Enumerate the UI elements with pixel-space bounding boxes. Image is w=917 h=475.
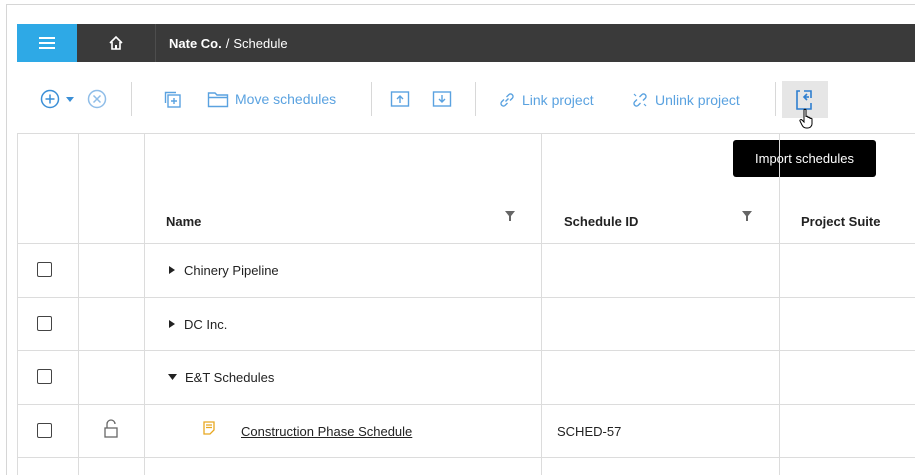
pointer-cursor-icon bbox=[799, 108, 813, 129]
row-checkbox[interactable] bbox=[37, 423, 52, 438]
unlink-project-button[interactable]: Unlink project bbox=[631, 91, 740, 109]
link-project-button[interactable]: Link project bbox=[498, 91, 594, 109]
col-divider bbox=[541, 133, 542, 475]
header-bottom-border bbox=[17, 243, 915, 244]
move-schedules-button[interactable]: Move schedules bbox=[207, 90, 336, 108]
breadcrumb-separator: / bbox=[225, 35, 230, 51]
row-divider bbox=[17, 404, 915, 405]
link-project-label: Link project bbox=[522, 92, 594, 108]
row-divider bbox=[17, 297, 915, 298]
home-button[interactable] bbox=[77, 24, 156, 62]
add-circle-icon bbox=[40, 89, 60, 109]
toolbar-divider bbox=[775, 82, 776, 116]
unlocked-icon[interactable] bbox=[103, 419, 119, 439]
unlink-project-label: Unlink project bbox=[655, 92, 740, 108]
schedule-name-link[interactable]: Construction Phase Schedule bbox=[241, 424, 412, 439]
col-divider bbox=[144, 133, 145, 475]
breadcrumb-page: Schedule bbox=[233, 35, 288, 51]
row-divider bbox=[17, 350, 915, 351]
expand-arrow-icon[interactable] bbox=[168, 266, 176, 274]
column-header-project-suite[interactable]: Project Suite bbox=[801, 214, 880, 229]
row-divider bbox=[17, 457, 915, 458]
column-header-schedule-id[interactable]: Schedule ID bbox=[564, 214, 638, 229]
import-schedules-tooltip: Import schedules bbox=[733, 140, 876, 177]
link-icon bbox=[500, 93, 514, 107]
table-top-border bbox=[17, 133, 915, 134]
schedule-id-cell: SCHED-57 bbox=[557, 423, 622, 439]
upload-icon bbox=[390, 91, 410, 107]
group-name: Chinery Pipeline bbox=[184, 262, 279, 278]
download-icon bbox=[432, 91, 452, 107]
remove-button[interactable] bbox=[87, 89, 107, 109]
row-checkbox[interactable] bbox=[37, 316, 52, 331]
toolbar-divider bbox=[371, 82, 372, 116]
hamburger-icon bbox=[39, 37, 55, 49]
cancel-circle-icon bbox=[87, 89, 107, 109]
col-divider bbox=[779, 133, 780, 475]
menu-button[interactable] bbox=[17, 24, 77, 62]
table-row-group[interactable]: DC Inc. bbox=[168, 316, 227, 332]
group-name: E&T Schedules bbox=[185, 369, 275, 385]
caret-down-icon bbox=[66, 97, 74, 102]
unlink-icon bbox=[633, 93, 647, 107]
filter-icon[interactable] bbox=[741, 210, 753, 222]
col-divider bbox=[17, 133, 18, 475]
copy-button[interactable] bbox=[163, 90, 183, 110]
import-button[interactable] bbox=[432, 90, 452, 108]
top-bar: Nate Co. / Schedule bbox=[17, 24, 915, 62]
column-header-name[interactable]: Name bbox=[166, 214, 201, 229]
toolbar-divider bbox=[131, 82, 132, 116]
folder-icon bbox=[207, 92, 229, 108]
row-checkbox[interactable] bbox=[37, 262, 52, 277]
export-button[interactable] bbox=[390, 90, 410, 108]
filter-icon[interactable] bbox=[504, 210, 516, 222]
expand-arrow-icon[interactable] bbox=[168, 320, 176, 328]
add-dropdown-button[interactable] bbox=[40, 89, 75, 109]
breadcrumb-company[interactable]: Nate Co. bbox=[169, 36, 222, 51]
col-divider bbox=[78, 133, 79, 475]
copy-add-icon bbox=[164, 91, 181, 108]
table-row-group[interactable]: Chinery Pipeline bbox=[168, 262, 279, 278]
table-row: Construction Phase Schedule bbox=[241, 423, 412, 439]
breadcrumb: Nate Co. / Schedule bbox=[169, 24, 288, 62]
collapse-arrow-icon[interactable] bbox=[168, 373, 177, 381]
table-row-group[interactable]: E&T Schedules bbox=[168, 369, 274, 385]
group-name: DC Inc. bbox=[184, 316, 228, 332]
move-schedules-label: Move schedules bbox=[235, 91, 337, 107]
toolbar-divider bbox=[475, 82, 476, 116]
home-icon bbox=[109, 35, 123, 50]
schedule-icon bbox=[203, 421, 215, 435]
row-checkbox[interactable] bbox=[37, 369, 52, 384]
